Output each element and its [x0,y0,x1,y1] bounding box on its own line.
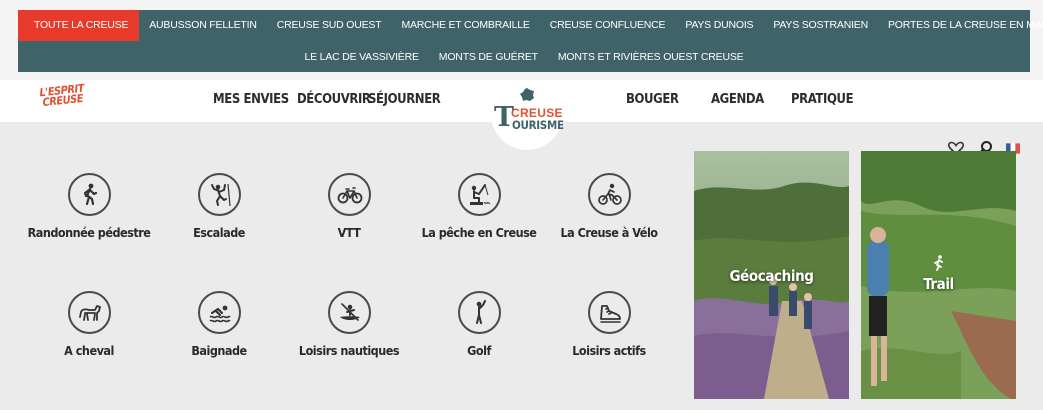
region-link-creuse-confluence[interactable]: CREUSE CONFLUENCE [540,10,676,41]
activity-randonnee[interactable]: Randonnée pédestre [24,173,154,283]
creuse-tourisme-logo[interactable]: T CREUSE OURISME [491,88,564,150]
climber-icon [198,173,241,216]
region-link-aubusson-felletin[interactable]: AUBUSSON FELLETIN [139,10,266,41]
activity-label: Golf [467,343,491,358]
activity-label: Loisirs actifs [572,343,646,358]
golfer-icon [458,291,501,334]
region-link-pays-sostranien[interactable]: PAYS SOSTRANIEN [763,10,878,41]
nav-decouvrir[interactable]: DÉCOUVRIR [297,92,371,108]
swimmer-icon [198,291,241,334]
activity-creuse-velo[interactable]: La Creuse à Vélo [544,173,674,283]
cyclist-icon [588,173,631,216]
region-nav: TOUTE LA CREUSE AUBUSSON FELLETIN CREUSE… [18,10,1043,72]
fishing-icon [458,173,501,216]
activity-label: La pêche en Creuse [421,225,537,240]
region-row-1: TOUTE LA CREUSE AUBUSSON FELLETIN CREUSE… [18,10,1043,41]
nav-bouger[interactable]: BOUGER [626,92,679,108]
activity-peche[interactable]: La pêche en Creuse [414,173,544,283]
card-trail[interactable]: Trail [861,151,1016,399]
activity-label: La Creuse à Vélo [560,225,658,240]
card-title: Géocaching [729,267,814,285]
activity-loisirs-nautiques[interactable]: Loisirs nautiques [284,291,414,401]
region-row-2: LE LAC DE VASSIVIÈRE MONTS DE GUÉRET MON… [18,46,1030,68]
nav-pratique[interactable]: PRATIQUE [791,92,854,108]
activity-baignade[interactable]: Baignade [154,291,284,401]
card-geocaching[interactable]: Géocaching [694,151,849,399]
region-bar: TOUTE LA CREUSE AUBUSSON FELLETIN CREUSE… [0,0,1043,80]
activity-label: Loisirs nautiques [298,343,400,358]
region-link-lac-de-vassiviere[interactable]: LE LAC DE VASSIVIÈRE [295,46,429,68]
runner-icon [934,255,943,271]
france-map-icon [520,88,534,101]
esprit-creuse-logo[interactable]: L'ESPRIT CREUSE [39,82,85,110]
horse-icon [68,291,111,334]
region-link-pays-dunois[interactable]: PAYS DUNOIS [675,10,763,41]
activity-a-cheval[interactable]: A cheval [24,291,154,401]
region-link-toute-la-creuse[interactable]: TOUTE LA CREUSE [18,10,140,41]
logo-line-2: CREUSE [41,91,84,110]
nav-mes-envies[interactable]: MES ENVIES [213,92,289,108]
activity-loisirs-actifs[interactable]: Loisirs actifs [544,291,674,401]
activity-label: VTT [337,225,361,240]
card-title: Trail [923,275,954,293]
region-link-creuse-sud-ouest[interactable]: CREUSE SUD OUEST [267,10,392,41]
activity-escalade[interactable]: Escalade [154,173,284,283]
kayak-icon [328,291,371,334]
activity-label: A cheval [64,343,114,358]
activity-label: Randonnée pédestre [27,225,151,240]
activity-golf[interactable]: Golf [414,291,544,401]
hiker-icon [68,173,111,216]
logo-tourisme-text: OURISME [512,118,564,132]
sneaker-icon [588,291,631,334]
activity-vtt[interactable]: VTT [284,173,414,283]
bicycle-icon [328,173,371,216]
region-link-monts-et-rivieres[interactable]: MONTS ET RIVIÈRES OUEST CREUSE [548,46,754,68]
activity-label: Baignade [191,343,247,358]
activity-label: Escalade [193,225,245,240]
nav-agenda[interactable]: AGENDA [711,92,764,108]
region-link-monts-de-gueret[interactable]: MONTS DE GUÉRET [429,46,548,68]
region-link-portes-de-la-creuse[interactable]: PORTES DE LA CREUSE EN MARCHE [878,10,1043,41]
region-link-marche-et-combraille[interactable]: MARCHE ET COMBRAILLE [391,10,539,41]
nav-sejourner[interactable]: SÉJOURNER [368,92,441,108]
